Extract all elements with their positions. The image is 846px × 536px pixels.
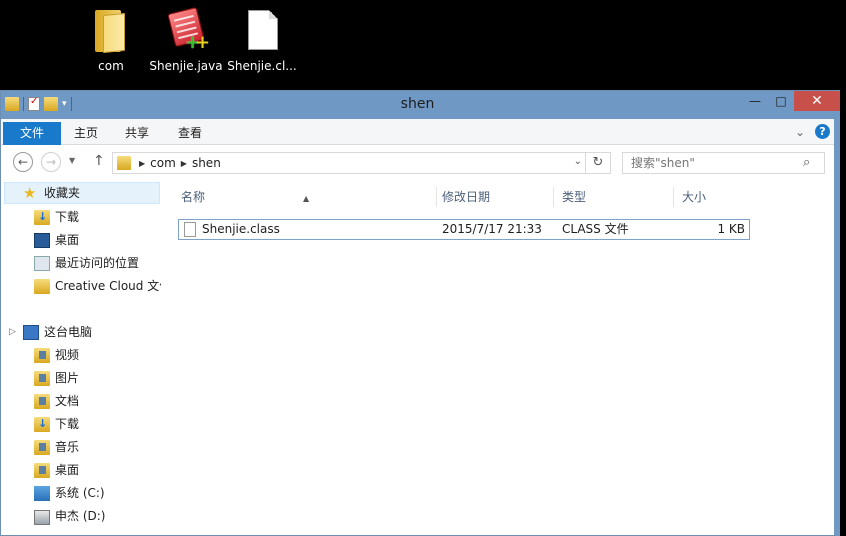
tab-view[interactable]: 查看: [168, 122, 212, 145]
column-header-size[interactable]: 大小: [674, 187, 750, 207]
window-title: shen: [400, 96, 435, 112]
recent-locations-icon[interactable]: ▼: [69, 156, 75, 165]
desktop: com + + Shenjie.java Shenjie.cl...: [0, 0, 846, 90]
up-button[interactable]: ↑: [93, 153, 105, 169]
refresh-button[interactable]: ↻: [585, 153, 610, 173]
breadcrumb-com[interactable]: com: [145, 156, 181, 170]
drive-icon: [34, 510, 50, 525]
desktop-icon-java[interactable]: + + Shenjie.java: [146, 6, 226, 73]
sidebar-item-label: 视频: [55, 348, 80, 362]
chevron-down-icon[interactable]: ⌄: [574, 156, 582, 167]
blank-file-icon: [248, 10, 278, 50]
tab-file[interactable]: 文件: [3, 122, 61, 145]
sidebar-item-pictures[interactable]: 图片: [34, 367, 79, 389]
desktop-icon-label: com: [98, 59, 124, 73]
sidebar-item-videos[interactable]: 视频: [34, 344, 79, 366]
sidebar-item-drive-c[interactable]: 系统 (C:): [34, 482, 105, 504]
ribbon-tabs: 文件 主页 共享 查看 ⌄ ?: [1, 119, 834, 145]
navigation-bar: ← → ▼ ↑ ▶ com ▶ shen ⌄ ↻ ⌕: [1, 145, 834, 179]
column-header-label: 大小: [682, 190, 707, 204]
close-button[interactable]: ✕: [794, 91, 840, 111]
file-name: Shenjie.class: [202, 222, 280, 236]
help-icon[interactable]: ?: [815, 124, 830, 139]
downloads-folder-icon: [34, 416, 50, 432]
sidebar-item-documents[interactable]: 文档: [34, 390, 79, 412]
pictures-folder-icon: [34, 370, 50, 386]
expand-ribbon-icon[interactable]: ⌄: [795, 125, 805, 139]
star-icon: ★: [23, 183, 37, 202]
sort-ascending-icon: ▲: [303, 194, 310, 203]
recent-places-icon: [34, 255, 50, 271]
system-drive-icon: [34, 485, 50, 501]
table-row[interactable]: Shenjie.class 2015/7/17 21:33 CLASS 文件 1…: [178, 219, 750, 240]
explorer-window: ▾ shen — □ ✕ 文件 主页 共享 查看 ⌄ ? ← → ▼ ↑ ▶ c…: [0, 90, 840, 536]
column-header-name[interactable]: 名称 ▲: [173, 187, 437, 207]
computer-icon: [23, 324, 39, 340]
file-size: 1 KB: [717, 222, 745, 236]
sidebar-item-label: 下载: [55, 210, 80, 224]
column-header-label: 修改日期: [442, 190, 491, 204]
desktop-icon-label: Shenjie.java: [149, 59, 223, 73]
sidebar-item-label: 桌面: [55, 233, 80, 247]
sidebar-item-label: 下载: [55, 417, 80, 431]
tab-home[interactable]: 主页: [64, 122, 108, 145]
chevron-right-icon[interactable]: ▷: [9, 327, 16, 337]
sidebar-item-desktop-pc[interactable]: 桌面: [34, 459, 79, 481]
column-header-label: 类型: [562, 190, 587, 204]
navigation-pane: ★ 收藏夹 下载 桌面 最近访问的位置 Creative Cloud 文件 ▷: [1, 179, 161, 535]
file-icon: [184, 222, 196, 237]
sidebar-item-label: 最近访问的位置: [55, 256, 140, 270]
column-header-date[interactable]: 修改日期: [434, 187, 554, 207]
window-body: ★ 收藏夹 下载 桌面 最近访问的位置 Creative Cloud 文件 ▷: [1, 179, 834, 535]
sidebar-item-label: 申杰 (D:): [55, 509, 106, 523]
column-header-type[interactable]: 类型: [554, 187, 674, 207]
desktop-icon-com[interactable]: com: [71, 6, 151, 73]
forward-button[interactable]: →: [41, 152, 61, 172]
folder-icon: [34, 278, 50, 294]
search-icon[interactable]: ⌕: [803, 155, 810, 170]
maximize-button[interactable]: □: [768, 91, 794, 111]
java-file-icon: + +: [167, 6, 210, 52]
sidebar-item-label: Creative Cloud 文件: [55, 279, 161, 293]
downloads-folder-icon: [34, 209, 50, 225]
sidebar-item-label: 系统 (C:): [55, 486, 105, 500]
sidebar-item-label: 音乐: [55, 440, 80, 454]
search-input[interactable]: [622, 152, 825, 174]
music-folder-icon: [34, 439, 50, 455]
desktop-icon-label: Shenjie.cl...: [227, 59, 297, 73]
sidebar-item-music[interactable]: 音乐: [34, 436, 79, 458]
desktop-folder-icon: [34, 462, 50, 478]
address-bar[interactable]: ▶ com ▶ shen ⌄ ↻: [112, 152, 611, 174]
sidebar-item-recent[interactable]: 最近访问的位置: [34, 252, 139, 274]
sidebar-item-drive-d[interactable]: 申杰 (D:): [34, 505, 105, 527]
sidebar-item-downloads-pc[interactable]: 下载: [34, 413, 79, 435]
sidebar-item-this-pc[interactable]: 这台电脑: [23, 321, 92, 343]
sidebar-item-downloads[interactable]: 下载: [34, 206, 79, 228]
file-type: CLASS 文件: [562, 222, 629, 236]
sidebar-item-desktop[interactable]: 桌面: [34, 229, 79, 251]
sidebar-item-favorites[interactable]: ★ 收藏夹: [4, 182, 160, 204]
minimize-button[interactable]: —: [742, 91, 768, 111]
ribbon-controls: ⌄ ?: [795, 124, 830, 139]
desktop-icon: [34, 232, 50, 248]
sidebar-item-label: 图片: [55, 371, 80, 385]
sidebar-item-label: 收藏夹: [44, 186, 81, 200]
window-controls: — □ ✕: [742, 91, 840, 111]
folder-icon: [95, 10, 127, 54]
file-date: 2015/7/17 21:33: [442, 222, 542, 236]
title-bar[interactable]: ▾ shen — □ ✕: [1, 91, 840, 119]
documents-folder-icon: [34, 393, 50, 409]
back-button[interactable]: ←: [13, 152, 33, 172]
tab-share[interactable]: 共享: [115, 122, 159, 145]
desktop-icon-class[interactable]: Shenjie.cl...: [222, 6, 302, 73]
sidebar-item-label: 文档: [55, 394, 80, 408]
folder-icon: [117, 156, 131, 170]
file-list: 名称 ▲ 修改日期 类型 大小 Shenjie.class 2015/7/17 …: [171, 179, 834, 535]
sidebar-item-creative-cloud[interactable]: Creative Cloud 文件: [34, 275, 161, 297]
sidebar-item-label: 桌面: [55, 463, 80, 477]
sidebar-item-label: 这台电脑: [44, 325, 93, 339]
breadcrumb-shen[interactable]: shen: [187, 156, 226, 170]
column-header-label: 名称: [181, 190, 206, 204]
videos-folder-icon: [34, 347, 50, 363]
